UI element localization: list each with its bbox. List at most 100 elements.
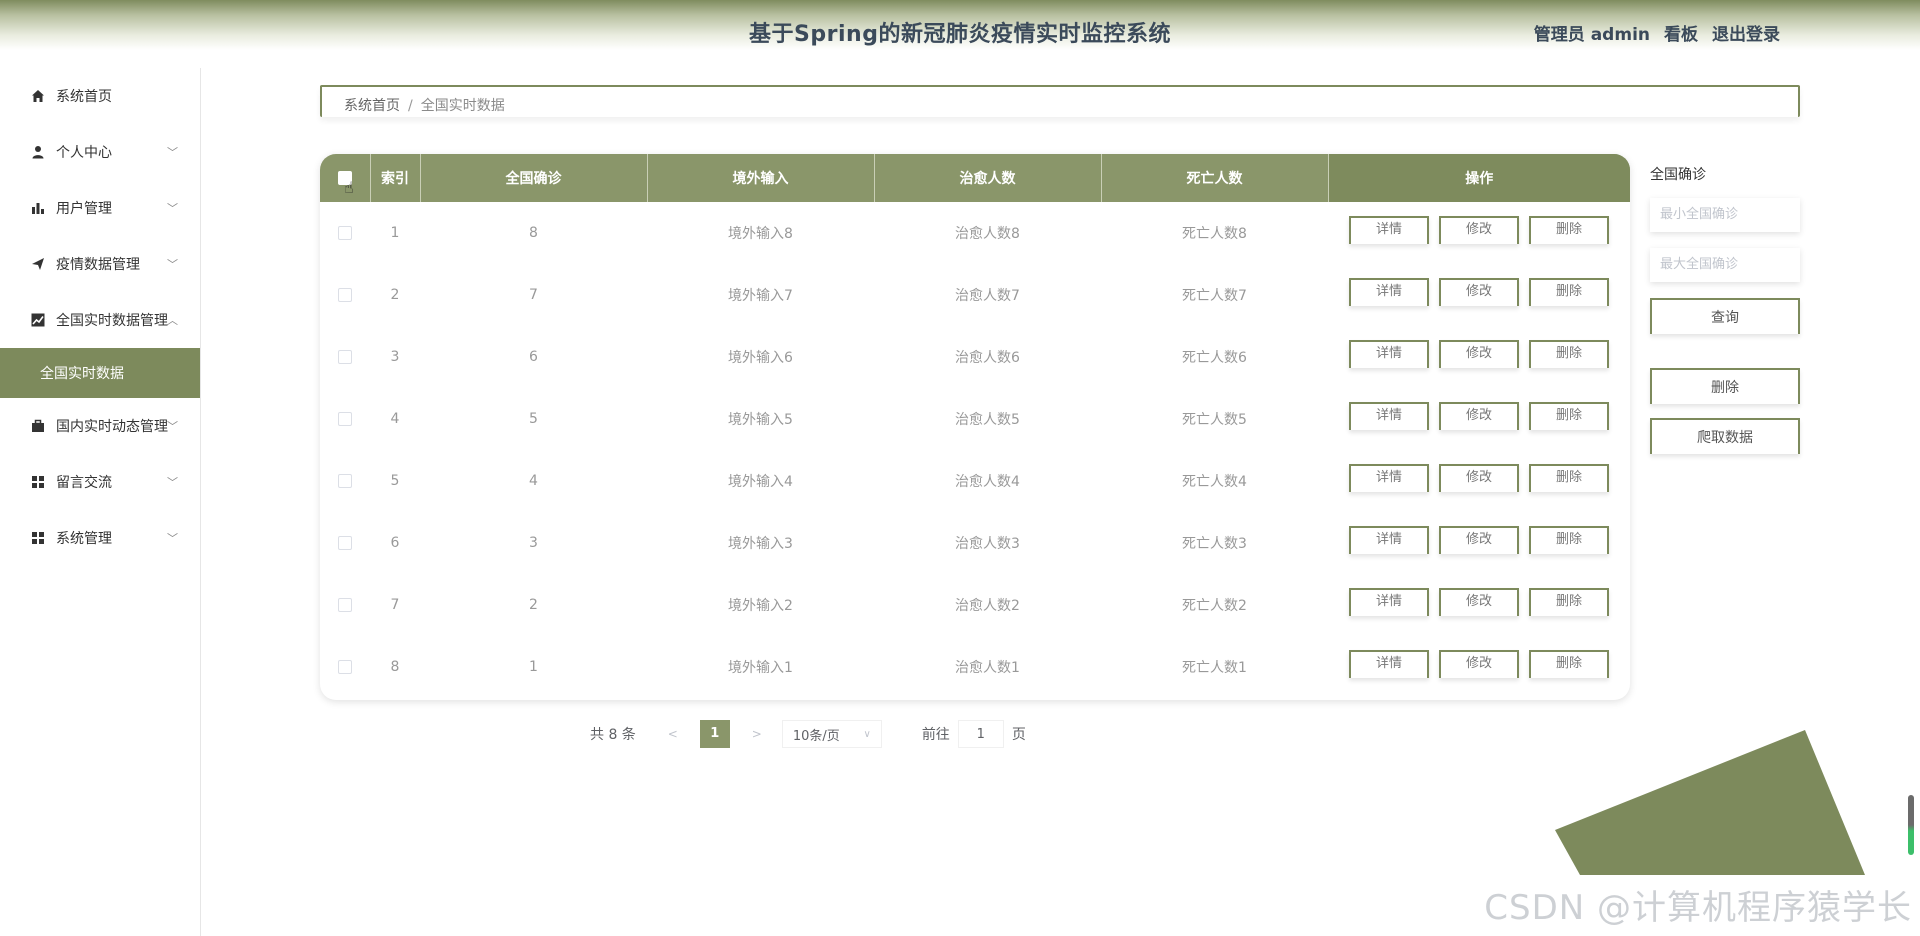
cell-dead: 死亡人数8 (1182, 226, 1247, 242)
row-checkbox[interactable] (338, 350, 352, 364)
edit-button[interactable]: 修改 (1439, 526, 1519, 554)
sidebar-item-domestic-dynamics[interactable]: 国内实时动态管理 ﹀ (0, 398, 200, 454)
cell-confirmed: 5 (529, 411, 538, 427)
detail-button[interactable]: 详情 (1349, 402, 1429, 430)
detail-button[interactable]: 详情 (1349, 216, 1429, 244)
cell-actions: 详情 修改 删除 (1328, 388, 1630, 450)
data-table: 索引 全国确诊 境外输入 治愈人数 死亡人数 操作 1 8 境外输入8 治愈人数… (320, 154, 1630, 700)
detail-button[interactable]: 详情 (1349, 650, 1429, 678)
search-label: 全国确诊 (1650, 167, 1706, 183)
batch-delete-button[interactable]: 删除 (1650, 368, 1800, 404)
decorative-shape (1555, 730, 1865, 875)
cell-confirmed: 3 (529, 535, 538, 551)
cell-confirmed: 2 (529, 597, 538, 613)
edit-button[interactable]: 修改 (1439, 216, 1519, 244)
query-button[interactable]: 查询 (1650, 298, 1800, 334)
sidebar-item-label: 个人中心 (56, 145, 112, 161)
edit-button[interactable]: 修改 (1439, 402, 1519, 430)
chevron-down-icon: ﹀ (167, 420, 178, 433)
detail-button[interactable]: 详情 (1349, 340, 1429, 368)
row-checkbox[interactable] (338, 660, 352, 674)
sidebar-item-label: 疫情数据管理 (56, 257, 140, 273)
home-icon (30, 88, 46, 104)
row-checkbox[interactable] (338, 288, 352, 302)
sidebar-item-users[interactable]: 用户管理 ﹀ (0, 180, 200, 236)
current-user-label: 管理员 admin (1533, 25, 1650, 45)
cell-dead: 死亡人数2 (1182, 598, 1247, 614)
row-checkbox[interactable] (338, 536, 352, 550)
cell-cured: 治愈人数2 (955, 598, 1020, 614)
row-checkbox[interactable] (338, 474, 352, 488)
sidebar-item-system[interactable]: 系统管理 ﹀ (0, 510, 200, 566)
detail-button[interactable]: 详情 (1349, 526, 1429, 554)
breadcrumb-current: 全国实时数据 (420, 98, 505, 114)
cell-imported: 境外输入8 (728, 226, 793, 242)
breadcrumb-home[interactable]: 系统首页 (344, 98, 400, 114)
logout-link[interactable]: 退出登录 (1712, 20, 1780, 45)
cell-index: 4 (390, 411, 400, 427)
chevron-down-icon: ﹀ (167, 146, 178, 159)
row-checkbox[interactable] (338, 598, 352, 612)
sidebar-item-label: 用户管理 (56, 201, 112, 217)
sidebar-item-national-realtime[interactable]: 全国实时数据管理 ︿ (0, 292, 200, 348)
goto-label: 前往 (921, 727, 950, 743)
sidebar-item-epidemic-data[interactable]: 疫情数据管理 ﹀ (0, 236, 200, 292)
row-checkbox[interactable] (338, 412, 352, 426)
cell-imported: 境外输入5 (728, 412, 793, 428)
edit-button[interactable]: 修改 (1439, 588, 1519, 616)
grid-icon (30, 474, 46, 490)
next-page-button[interactable]: > (742, 727, 772, 741)
sidebar-item-profile[interactable]: 个人中心 ﹀ (0, 124, 200, 180)
sidebar-subitem-label: 全国实时数据 (40, 366, 124, 382)
edit-button[interactable]: 修改 (1439, 650, 1519, 678)
sidebar-item-label: 全国实时数据管理 (56, 313, 168, 329)
sidebar-item-messages[interactable]: 留言交流 ﹀ (0, 454, 200, 510)
prev-page-button[interactable]: < (658, 727, 688, 741)
cell-index: 2 (390, 287, 400, 303)
board-link[interactable]: 看板 (1664, 20, 1698, 45)
page-number-button[interactable]: 1 (699, 720, 730, 748)
cell-imported: 境外输入4 (728, 474, 793, 490)
delete-button[interactable]: 删除 (1529, 650, 1609, 678)
edit-button[interactable]: 修改 (1439, 278, 1519, 306)
delete-button[interactable]: 删除 (1529, 340, 1609, 368)
detail-button[interactable]: 详情 (1349, 464, 1429, 492)
sidebar-item-label: 系统管理 (56, 531, 112, 547)
line-chart-icon (30, 312, 46, 328)
sidebar-item-home[interactable]: 系统首页 (0, 68, 200, 124)
cell-dead: 死亡人数5 (1182, 412, 1247, 428)
delete-button[interactable]: 删除 (1529, 464, 1609, 492)
cell-index: 6 (390, 535, 400, 551)
detail-button[interactable]: 详情 (1349, 588, 1429, 616)
cell-imported: 境外输入7 (728, 288, 793, 304)
cell-index: 7 (390, 597, 400, 613)
min-confirmed-input[interactable]: 最小全国确诊 (1650, 198, 1800, 232)
delete-button[interactable]: 删除 (1529, 278, 1609, 306)
table-row: 2 7 境外输入7 治愈人数7 死亡人数7 详情 修改 删除 (320, 264, 1630, 326)
row-checkbox[interactable] (338, 226, 352, 240)
max-confirmed-input[interactable]: 最大全国确诊 (1650, 248, 1800, 282)
edit-button[interactable]: 修改 (1439, 464, 1519, 492)
page-size-select[interactable]: 10条/页 ∨ (781, 720, 882, 748)
cell-dead: 死亡人数3 (1182, 536, 1247, 552)
edit-button[interactable]: 修改 (1439, 340, 1519, 368)
cell-dead: 死亡人数4 (1182, 474, 1247, 490)
pagination-total: 共 8 条 (590, 727, 636, 743)
scrollbar-indicator[interactable] (1908, 795, 1914, 855)
delete-button[interactable]: 删除 (1529, 588, 1609, 616)
delete-button[interactable]: 删除 (1529, 526, 1609, 554)
cell-imported: 境外输入3 (728, 536, 793, 552)
cell-imported: 境外输入6 (728, 350, 793, 366)
cell-actions: 详情 修改 删除 (1328, 636, 1630, 698)
header-actions: 管理员 admin 看板 退出登录 (1534, 20, 1780, 45)
detail-button[interactable]: 详情 (1349, 278, 1429, 306)
column-header: 索引 (370, 154, 421, 202)
delete-button[interactable]: 删除 (1529, 402, 1609, 430)
delete-button[interactable]: 删除 (1529, 216, 1609, 244)
sidebar-subitem-national-realtime-data[interactable]: 全国实时数据 (0, 348, 200, 398)
chevron-down-icon: ﹀ (167, 532, 178, 545)
page-suffix-label: 页 (1011, 727, 1026, 743)
crawl-data-button[interactable]: 爬取数据 (1650, 418, 1800, 454)
goto-page-input[interactable]: 1 (957, 720, 1004, 748)
cell-actions: 详情 修改 删除 (1328, 202, 1630, 264)
